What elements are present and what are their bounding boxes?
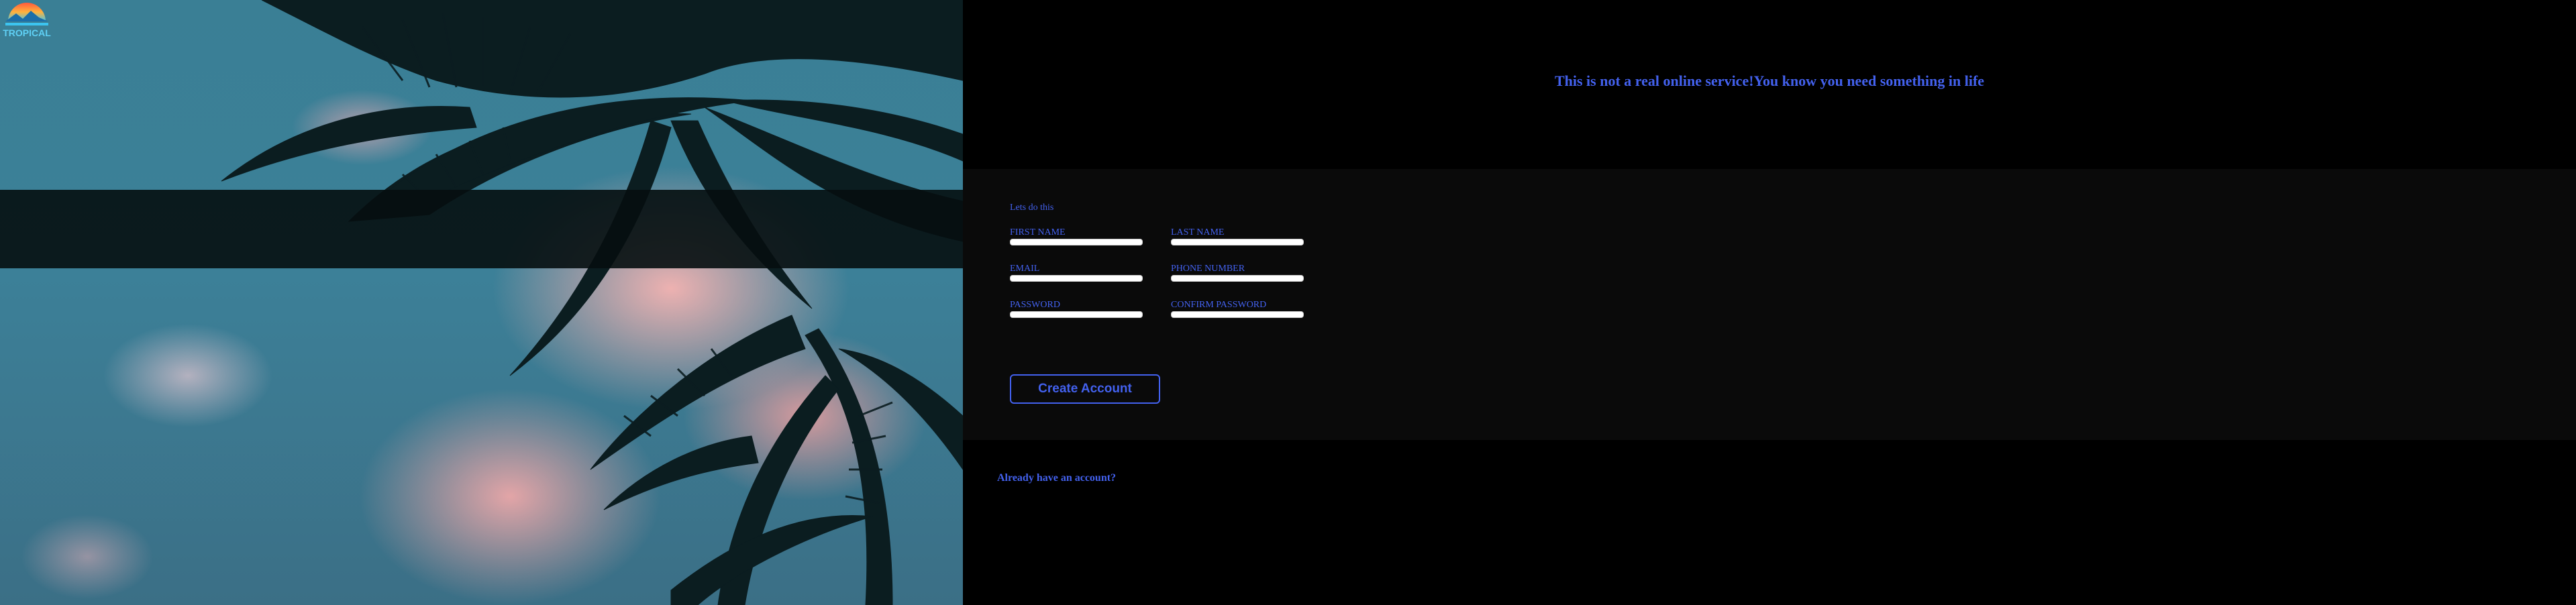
hero-image: TROPICAL xyxy=(0,0,963,605)
last-name-field: LAST NAME xyxy=(1171,228,1305,245)
signup-form: Lets do this FIRST NAME LAST NAME EMAIL … xyxy=(963,169,2576,440)
last-name-input[interactable] xyxy=(1171,239,1304,245)
palm-silhouette xyxy=(221,0,963,605)
confirm-password-label: CONFIRM PASSWORD xyxy=(1171,300,1267,310)
password-input[interactable] xyxy=(1010,311,1143,318)
password-label: PASSWORD xyxy=(1010,300,1060,310)
phone-label: PHONE NUMBER xyxy=(1171,264,1245,274)
hero-band xyxy=(0,190,963,268)
first-name-field: FIRST NAME xyxy=(1010,228,1144,245)
page-headline: This is not a real online service!You kn… xyxy=(1554,72,1985,89)
phone-field: PHONE NUMBER xyxy=(1171,264,1305,282)
email-input[interactable] xyxy=(1010,275,1143,282)
tropical-logo[interactable]: TROPICAL xyxy=(0,0,54,47)
last-name-label: LAST NAME xyxy=(1171,227,1225,237)
phone-input[interactable] xyxy=(1171,275,1304,282)
email-field: EMAIL xyxy=(1010,264,1144,282)
email-label: EMAIL xyxy=(1010,264,1040,274)
first-name-input[interactable] xyxy=(1010,239,1143,245)
logo-text: TROPICAL xyxy=(3,28,51,38)
confirm-password-input[interactable] xyxy=(1171,311,1304,318)
login-link[interactable]: Already have an account? xyxy=(997,472,1116,484)
password-field: PASSWORD xyxy=(1010,300,1144,318)
form-title: Lets do this xyxy=(1010,203,1054,213)
create-account-button[interactable]: Create Account xyxy=(1010,374,1160,404)
first-name-label: FIRST NAME xyxy=(1010,227,1066,237)
confirm-password-field: CONFIRM PASSWORD xyxy=(1171,300,1305,318)
